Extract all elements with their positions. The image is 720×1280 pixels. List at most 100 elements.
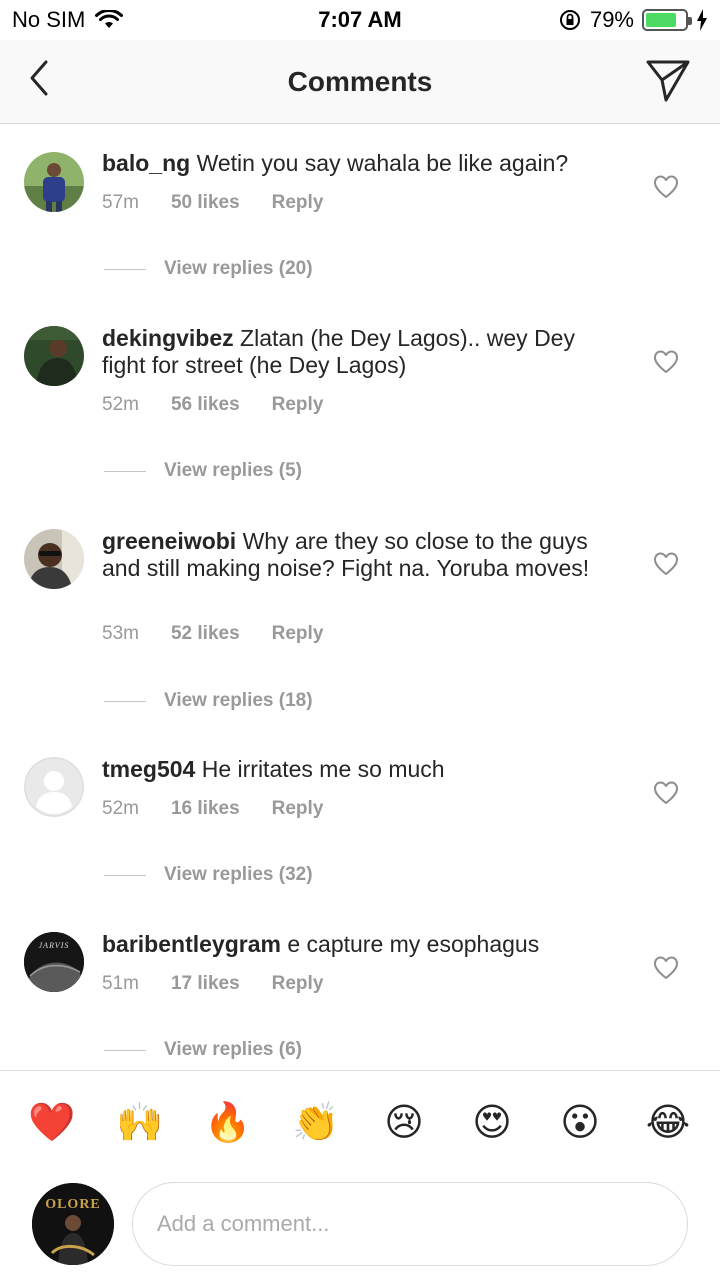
comment-text: He irritates me so much <box>201 756 445 782</box>
comment-meta: 52m 56 likes Reply <box>102 394 323 416</box>
comment-time: 57m <box>102 192 139 213</box>
view-replies-button[interactable]: View replies (20) <box>104 258 313 280</box>
avatar[interactable] <box>24 529 84 589</box>
comment-time: 52m <box>102 798 139 819</box>
comment-body: tmeg504 He irritates me so much <box>102 756 602 783</box>
view-replies-button[interactable]: View replies (6) <box>104 1039 302 1061</box>
reply-button[interactable]: Reply <box>272 798 324 820</box>
comment-meta: 52m 16 likes Reply <box>102 798 323 820</box>
like-button[interactable] <box>652 173 680 201</box>
comment-composer: OLORE <box>0 1170 720 1280</box>
comment-time: 51m <box>102 973 139 994</box>
view-replies-label: View replies (18) <box>164 690 313 711</box>
page-title: Comments <box>287 66 433 97</box>
like-button[interactable] <box>652 954 680 982</box>
heart-icon <box>654 956 678 979</box>
comment-item: JARVIS baribentleygram e capture my esop… <box>0 906 720 1070</box>
heart-icon <box>654 552 678 575</box>
comment-text: e capture my esophagus <box>287 931 540 957</box>
comment-username[interactable]: tmeg504 <box>102 756 195 782</box>
comment-meta: 53m 52 likes Reply <box>102 623 323 645</box>
view-replies-label: View replies (5) <box>164 460 302 481</box>
comment-likes[interactable]: 56 likes <box>171 394 240 416</box>
reply-button[interactable]: Reply <box>272 192 324 214</box>
avatar-image <box>32 1183 114 1265</box>
comment-username[interactable]: dekingvibez <box>102 325 234 351</box>
comment-body: greeneiwobi Why are they so close to the… <box>102 528 602 582</box>
comment-likes[interactable]: 52 likes <box>171 623 240 645</box>
battery-fill <box>646 13 677 27</box>
orientation-lock-icon <box>559 10 580 30</box>
view-replies-label: View replies (20) <box>164 258 313 279</box>
reply-button[interactable]: Reply <box>272 973 324 995</box>
battery-tip <box>688 17 692 25</box>
comment-item: greeneiwobi Why are they so close to the… <box>0 503 720 731</box>
comment-username[interactable]: balo_ng <box>102 150 190 176</box>
comment-likes[interactable]: 16 likes <box>171 798 240 820</box>
avatar[interactable] <box>24 152 84 212</box>
avatar-logo-text: JARVIS <box>38 941 70 950</box>
comment-username[interactable]: baribentleygram <box>102 931 281 957</box>
emoji-heart-eyes[interactable]: 😍 <box>467 1101 517 1145</box>
comment-body: baribentleygram e capture my esophagus <box>102 931 602 958</box>
avatar[interactable] <box>24 326 84 386</box>
reply-button[interactable]: Reply <box>272 394 324 416</box>
avatar-image <box>24 152 84 212</box>
view-replies-button[interactable]: View replies (32) <box>104 864 313 886</box>
comments-list[interactable]: balo_ng Wetin you say wahala be like aga… <box>0 125 720 1070</box>
comment-body: dekingvibez Zlatan (he Dey Lagos).. wey … <box>102 325 602 379</box>
comment-likes[interactable]: 17 likes <box>171 973 240 995</box>
comment-text: Wetin you say wahala be like again? <box>196 150 569 176</box>
heart-icon <box>654 781 678 804</box>
comment-body: balo_ng Wetin you say wahala be like aga… <box>102 150 602 177</box>
avatar-image <box>24 326 84 386</box>
comment-item: dekingvibez Zlatan (he Dey Lagos).. wey … <box>0 300 720 503</box>
divider-line <box>104 1049 146 1051</box>
emoji-raising-hands[interactable]: 🙌 <box>115 1101 165 1145</box>
emoji-clapping[interactable]: 👏 <box>291 1101 341 1145</box>
comment-time: 53m <box>102 623 139 644</box>
divider-line <box>104 268 146 270</box>
heart-icon <box>654 175 678 198</box>
like-button[interactable] <box>652 779 680 807</box>
status-bar: No SIM 7:07 AM 79% <box>0 0 720 40</box>
divider-line <box>104 874 146 876</box>
battery-icon <box>642 9 692 31</box>
view-replies-label: View replies (6) <box>164 1039 302 1060</box>
reply-button[interactable]: Reply <box>272 623 324 645</box>
header: Comments <box>0 40 720 124</box>
my-avatar: OLORE <box>32 1183 114 1265</box>
emoji-reaction-bar: ❤️ 🙌 🔥 👏 😢 😍 😮 😂 <box>0 1070 720 1170</box>
comment-likes[interactable]: 50 likes <box>171 192 240 214</box>
heart-icon <box>654 350 678 373</box>
emoji-surprised[interactable]: 😮 <box>555 1101 605 1145</box>
status-right: 79% <box>558 7 708 33</box>
avatar[interactable]: JARVIS <box>24 932 84 992</box>
default-avatar-icon <box>24 757 84 817</box>
paper-plane-icon <box>646 60 690 102</box>
share-button[interactable] <box>644 56 692 104</box>
comment-input[interactable] <box>132 1182 688 1266</box>
comment-meta: 57m 50 likes Reply <box>102 192 323 214</box>
divider-line <box>104 700 146 702</box>
avatar-image <box>24 529 84 589</box>
emoji-laughing[interactable]: 😂 <box>643 1101 693 1145</box>
emoji-fire[interactable]: 🔥 <box>203 1101 253 1145</box>
comment-item: tmeg504 He irritates me so much 52m 16 l… <box>0 731 720 906</box>
avatar[interactable] <box>24 757 84 817</box>
comment-meta: 51m 17 likes Reply <box>102 973 323 995</box>
view-replies-button[interactable]: View replies (18) <box>104 690 313 712</box>
like-button[interactable] <box>652 348 680 376</box>
comment-item: balo_ng Wetin you say wahala be like aga… <box>0 125 720 300</box>
my-avatar-logo-text: OLORE <box>45 1197 101 1212</box>
like-button[interactable] <box>652 550 680 578</box>
battery-percent: 79% <box>589 7 634 32</box>
emoji-heart[interactable]: ❤️ <box>27 1101 77 1145</box>
divider-line <box>104 470 146 472</box>
comment-username[interactable]: greeneiwobi <box>102 528 236 554</box>
view-replies-button[interactable]: View replies (5) <box>104 460 302 482</box>
charging-bolt-icon <box>697 9 707 31</box>
emoji-crying[interactable]: 😢 <box>379 1101 429 1145</box>
comment-time: 52m <box>102 394 139 415</box>
view-replies-label: View replies (32) <box>164 864 313 885</box>
